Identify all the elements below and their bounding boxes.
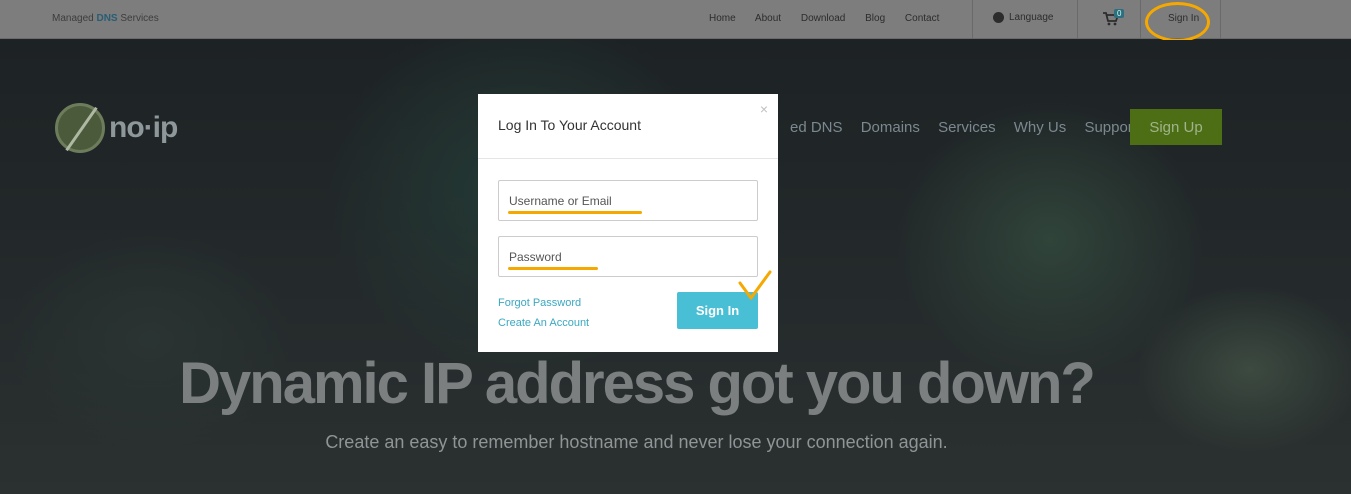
modal-header: Log In To Your Account × <box>478 94 778 159</box>
logo-text: no·ip <box>109 111 178 144</box>
nav-managed-dns[interactable]: ed DNS <box>790 119 843 136</box>
nav-domains[interactable]: Domains <box>861 119 920 136</box>
main-nav: ed DNS Domains Services Why Us Support <box>790 119 1151 136</box>
annotation-circle <box>1145 2 1210 42</box>
tagline-suffix: Services <box>120 13 159 24</box>
top-nav-contact[interactable]: Contact <box>905 13 939 24</box>
divider <box>1140 0 1141 39</box>
tagline-prefix: Managed <box>52 13 94 24</box>
create-account-link[interactable]: Create An Account <box>498 317 589 329</box>
logo-mark-icon <box>55 103 105 153</box>
password-input[interactable] <box>498 236 758 277</box>
annotation-underline <box>508 211 642 214</box>
divider <box>1220 0 1221 39</box>
logo[interactable]: no·ip <box>55 103 178 153</box>
modal-title: Log In To Your Account <box>498 117 641 133</box>
top-nav-about[interactable]: About <box>755 13 781 24</box>
annotation-underline <box>508 267 598 270</box>
top-nav: Home About Download Blog Contact <box>709 13 956 24</box>
globe-icon <box>993 12 1004 23</box>
divider <box>1077 0 1078 39</box>
nav-services[interactable]: Services <box>938 119 996 136</box>
top-nav-download[interactable]: Download <box>801 13 845 24</box>
username-email-input[interactable] <box>498 180 758 221</box>
tagline-brand: DNS <box>96 13 118 24</box>
cart-count-badge: 0 <box>1114 9 1125 18</box>
login-modal: Log In To Your Account × Forgot Password… <box>478 94 778 352</box>
top-nav-home[interactable]: Home <box>709 13 736 24</box>
nav-why-us[interactable]: Why Us <box>1014 119 1067 136</box>
tagline: Managed DNS Services <box>52 13 159 24</box>
divider <box>972 0 973 39</box>
sign-up-button[interactable]: Sign Up <box>1130 109 1222 145</box>
hero-subline: Create an easy to remember hostname and … <box>325 432 948 452</box>
close-icon[interactable]: × <box>760 101 768 117</box>
checkmark-icon <box>738 270 772 300</box>
top-nav-blog[interactable]: Blog <box>865 13 885 24</box>
language-selector[interactable]: Language <box>993 12 1054 23</box>
hero-headline: Dynamic IP address got you down? <box>179 351 1096 416</box>
forgot-password-link[interactable]: Forgot Password <box>498 297 581 309</box>
language-label: Language <box>1009 12 1054 23</box>
